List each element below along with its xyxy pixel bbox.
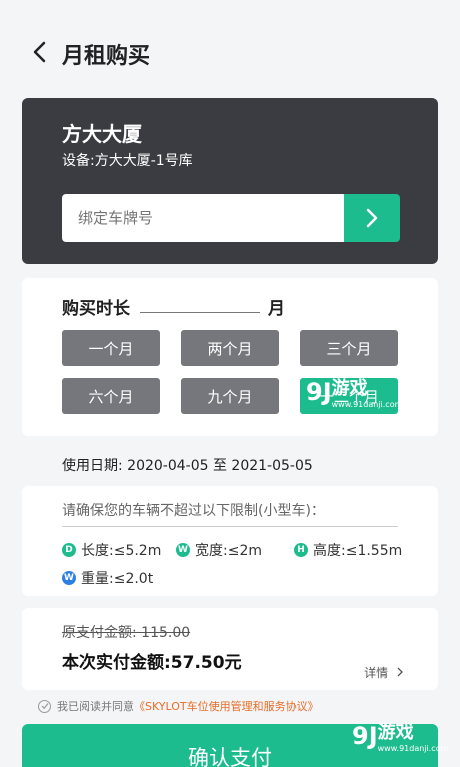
watermark-bottom: 9J 游戏 www.91danji.com [352, 718, 449, 754]
chevron-right-icon [366, 208, 378, 228]
watermark-logo-2: 9J [352, 721, 378, 750]
watermark-text: 游戏 [331, 378, 368, 399]
limit-weight-text: 重量:≤2.0t [81, 571, 154, 587]
length-icon: D [62, 543, 76, 557]
detail-label: 详情 [364, 666, 389, 680]
limit-height: H 高度:≤1.55m [294, 540, 402, 560]
building-card: 方大大厦 设备:方大大厦-1号库 [22, 98, 438, 264]
page-title: 月租购买 [62, 44, 151, 69]
limit-length-text: 长度:≤5.2m [81, 543, 162, 559]
watermark-text-2: 游戏 [377, 722, 414, 743]
chevron-right-small-icon [397, 667, 403, 677]
building-name: 方大大厦 [62, 122, 142, 146]
agreement-link[interactable]: 《SKYLOT车位使用管理和服务协议》 [134, 698, 319, 714]
plate-submit-button[interactable] [344, 194, 400, 242]
original-amount: 原支付金额: 115.00 [62, 625, 191, 641]
plate-input[interactable] [62, 194, 344, 242]
watermark-top: 9J 游戏 www.91danji.com [306, 374, 403, 410]
page-header: 月租购买 [0, 0, 460, 100]
limit-length: D 长度:≤5.2m [62, 540, 161, 560]
usage-date: 使用日期: 2020-04-05 至 2021-05-05 [62, 458, 313, 474]
option-6-month[interactable]: 六个月 [62, 378, 160, 414]
weight-icon: W [62, 571, 76, 585]
duration-unit: 月 [268, 299, 285, 319]
option-3-month[interactable]: 三个月 [300, 330, 398, 366]
watermark-site-2: www.91danji.com [377, 744, 449, 753]
limit-width: W 宽度:≤2m [176, 540, 262, 560]
duration-card: 购买时长 月 一个月 两个月 三个月 六个月 九个月 十二个月 [22, 278, 438, 436]
option-2-month[interactable]: 两个月 [181, 330, 279, 366]
width-icon: W [176, 543, 190, 557]
limit-height-text: 高度:≤1.55m [313, 543, 403, 559]
payment-card: 原支付金额: 115.00 本次实付金额:57.50元 详情 [22, 608, 438, 690]
height-icon: H [294, 543, 308, 557]
limits-title: 请确保您的车辆不超过以下限制(小型车)： [62, 503, 325, 519]
agree-checkbox[interactable] [38, 699, 51, 713]
back-arrow-icon[interactable] [28, 40, 52, 64]
watermark-block: 游戏 www.91danji.com [332, 374, 403, 409]
check-icon [41, 703, 48, 710]
limits-divider [62, 526, 398, 527]
limits-card: 请确保您的车辆不超过以下限制(小型车)： D 长度:≤5.2m W 宽度:≤2m… [22, 486, 438, 596]
watermark-logo: 9J [306, 377, 332, 406]
watermark-block-2: 游戏 www.91danji.com [378, 718, 449, 753]
detail-link[interactable]: 详情 [364, 664, 404, 681]
duration-label: 购买时长 [62, 299, 130, 319]
device-label: 设备:方大大厦-1号库 [62, 153, 193, 169]
limit-width-text: 宽度:≤2m [195, 543, 262, 559]
agreement-prefix: 我已阅读并同意 [57, 700, 134, 713]
actual-amount: 本次实付金额:57.50元 [62, 653, 242, 673]
watermark-site: www.91danji.com [331, 400, 403, 409]
limit-weight: W 重量:≤2.0t [62, 568, 153, 588]
duration-underline [140, 312, 260, 313]
agreement-row: 我已阅读并同意 《SKYLOT车位使用管理和服务协议》 [38, 698, 319, 714]
option-1-month[interactable]: 一个月 [62, 330, 160, 366]
option-9-month[interactable]: 九个月 [181, 378, 279, 414]
